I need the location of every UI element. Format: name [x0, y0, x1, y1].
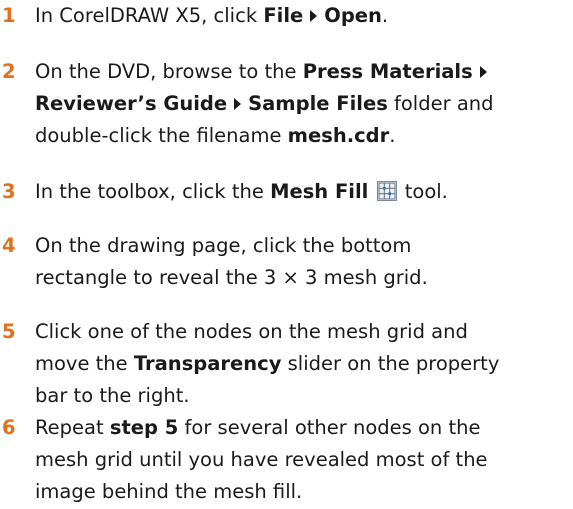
folder-reviewers-guide: Reviewer’s Guide	[35, 92, 228, 115]
folder-sample-files: Sample Files	[248, 92, 388, 115]
step-line: On the drawing page, click the bottom	[35, 234, 412, 257]
step-5: 5 Click one of the nodes on the mesh gri…	[0, 316, 573, 412]
step-6: 6 Repeat step 5 for several other nodes …	[0, 412, 573, 508]
step-number: 4	[2, 234, 16, 257]
step-number: 1	[2, 4, 16, 27]
step-text: On the DVD, browse to the Press Material…	[35, 56, 570, 152]
folder-press-materials: Press Materials	[302, 60, 473, 83]
chevron-right-icon	[479, 66, 487, 78]
step-4: 4 On the drawing page, click the bottom …	[0, 230, 573, 294]
step-text: In the toolbox, click the Mesh Fill tool…	[35, 179, 448, 203]
step-line: double-click the filename mesh.cdr.	[35, 124, 396, 147]
step-text: Click one of the nodes on the mesh grid …	[35, 316, 570, 412]
step-3: 3 In the toolbox, click the Mesh Fill to…	[0, 176, 573, 208]
step-reference: step 5	[109, 416, 179, 439]
step-line: rectangle to reveal the 3 × 3 mesh grid.	[35, 266, 428, 289]
step-line: bar to the right.	[35, 384, 190, 407]
control-name: Transparency	[133, 352, 282, 375]
step-number: 3	[2, 180, 16, 203]
step-number: 2	[2, 60, 16, 83]
menu-open: Open	[324, 4, 382, 27]
menu-file: File	[263, 4, 304, 27]
chevron-right-icon	[234, 98, 242, 110]
step-text: In CorelDRAW X5, click File Open.	[35, 4, 389, 27]
step-text: Repeat step 5 for several other nodes on…	[35, 412, 570, 508]
step-line: Click one of the nodes on the mesh grid …	[35, 320, 468, 343]
step-2: 2 On the DVD, browse to the Press Materi…	[0, 56, 573, 152]
step-line: mesh grid until you have revealed most o…	[35, 448, 488, 471]
chevron-right-icon	[310, 10, 318, 22]
step-line: move the Transparency slider on the prop…	[35, 352, 500, 375]
mesh-fill-icon	[376, 179, 397, 201]
filename: mesh.cdr	[287, 124, 390, 147]
step-text: On the drawing page, click the bottom re…	[35, 230, 570, 294]
step-1: 1 In CorelDRAW X5, click File Open.	[0, 0, 573, 32]
tool-name: Mesh Fill	[270, 180, 369, 203]
step-number: 6	[2, 416, 16, 439]
step-line: On the DVD, browse to the Press Material…	[35, 56, 570, 88]
step-line: Reviewer’s Guide Sample Files folder and	[35, 92, 494, 115]
step-number: 5	[2, 320, 16, 343]
step-line: image behind the mesh fill.	[35, 480, 303, 503]
step-line: Repeat step 5 for several other nodes on…	[35, 416, 481, 439]
